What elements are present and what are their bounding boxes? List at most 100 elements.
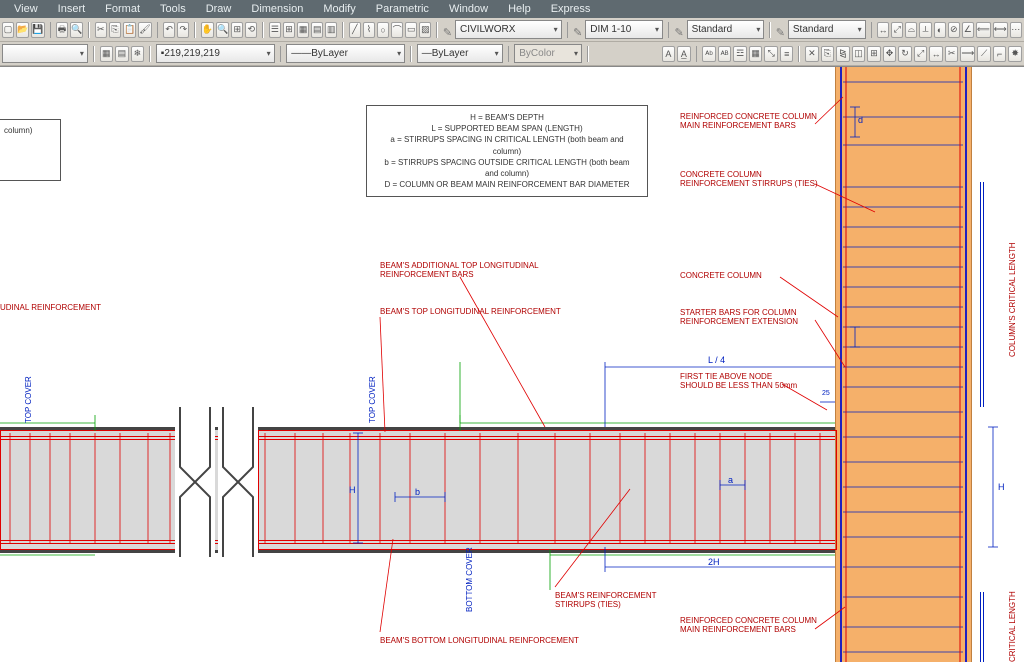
- tbl-icon[interactable]: ▦: [749, 46, 763, 62]
- zoomprev-icon[interactable]: ⟲: [245, 22, 257, 38]
- layerfreeze-icon[interactable]: ❄: [131, 46, 145, 62]
- sheet-icon[interactable]: ▤: [311, 22, 323, 38]
- label-starter: STARTER BARS FOR COLUMNREINFORCEMENT EXT…: [680, 309, 798, 327]
- label-top-cover-1: TOP COVER: [24, 376, 33, 423]
- menu-modify[interactable]: Modify: [313, 3, 365, 15]
- menu-help[interactable]: Help: [498, 3, 541, 15]
- pline-icon[interactable]: ⌇: [363, 22, 375, 38]
- label-rc-col-top: REINFORCED CONCRETE COLUMNMAIN REINFORCE…: [680, 113, 817, 131]
- drawing-canvas[interactable]: column) H = BEAM'S DEPTH L = SUPPORTED B…: [0, 67, 1024, 662]
- tablestyle-combo[interactable]: Standard: [788, 20, 866, 39]
- scale2-icon[interactable]: ⤢: [914, 46, 928, 62]
- dimstyle-combo[interactable]: DIM 1-10: [585, 20, 663, 39]
- open-icon[interactable]: 📂: [16, 22, 29, 38]
- properties-icon[interactable]: ☰: [269, 22, 281, 38]
- new-icon[interactable]: ▢: [2, 22, 14, 38]
- menu-tools[interactable]: Tools: [150, 3, 196, 15]
- pencil-icon: [443, 23, 453, 37]
- toolbar-row-2: ▦ ▤ ❄ ▪ 219,219,219 —— ByLayer — ByLayer…: [0, 42, 1024, 66]
- dim-col-critical-top: [980, 182, 984, 407]
- dim-quick-icon[interactable]: ⟸: [976, 22, 991, 38]
- dim-H: H: [349, 485, 356, 495]
- dim-a: a: [728, 475, 733, 485]
- scale-icon[interactable]: ⤡: [764, 46, 778, 62]
- stretch-icon[interactable]: ↔: [929, 46, 943, 62]
- dim-aligned-icon[interactable]: ⤢: [891, 22, 903, 38]
- dim-rad-icon[interactable]: ◐: [934, 22, 946, 38]
- toolbars: ▢ 📂 💾 🖶 🔍 ✂ ⎘ 📋 🖌 ↶ ↷ ✋ 🔍 ⊞ ⟲ ☰ ⊞ ▦ ▤ ▥ …: [0, 18, 1024, 67]
- toolpal-icon[interactable]: ▦: [297, 22, 309, 38]
- undo-icon[interactable]: ↶: [163, 22, 175, 38]
- offset-icon[interactable]: ◫: [852, 46, 866, 62]
- linetype-combo[interactable]: —— ByLayer: [286, 44, 405, 63]
- mtext-icon[interactable]: A: [662, 46, 676, 62]
- plotstyle-combo[interactable]: ByColor: [514, 44, 582, 63]
- zoom-icon[interactable]: 🔍: [216, 22, 229, 38]
- copy2-icon[interactable]: ⎘: [821, 46, 835, 62]
- copy-icon[interactable]: ⎘: [109, 22, 121, 38]
- save-icon[interactable]: 💾: [31, 22, 44, 38]
- hatch-icon[interactable]: ▨: [419, 22, 431, 38]
- dim-d: d: [858, 115, 863, 125]
- arc-icon[interactable]: ⌒: [391, 22, 403, 38]
- textstyle-combo[interactable]: Standard: [687, 20, 765, 39]
- menu-view[interactable]: View: [4, 3, 48, 15]
- break-icon[interactable]: ⟋: [977, 46, 991, 62]
- line-icon[interactable]: ╱: [349, 22, 361, 38]
- menu-express[interactable]: Express: [541, 3, 601, 15]
- trim-icon[interactable]: ✂: [945, 46, 959, 62]
- extend-icon[interactable]: ⟶: [960, 46, 975, 62]
- field-icon[interactable]: ☲: [733, 46, 747, 62]
- match-icon[interactable]: 🖌: [138, 22, 151, 38]
- erase-icon[interactable]: ✕: [805, 46, 819, 62]
- cut-icon[interactable]: ✂: [95, 22, 107, 38]
- dim-col-critical-bot: [980, 592, 984, 662]
- zoomwin-icon[interactable]: ⊞: [231, 22, 243, 38]
- dim-cont-icon[interactable]: ⋯: [1010, 22, 1022, 38]
- designctr-icon[interactable]: ⊞: [283, 22, 295, 38]
- paste-icon[interactable]: 📋: [123, 22, 136, 38]
- color-combo[interactable]: ▪ 219,219,219: [156, 44, 275, 63]
- explode-icon[interactable]: ✸: [1008, 46, 1022, 62]
- dim-linear-icon[interactable]: ↔: [877, 22, 889, 38]
- layer-combo[interactable]: CIVILWORX: [455, 20, 562, 39]
- menubar: View Insert Format Tools Draw Dimension …: [0, 0, 1024, 18]
- menu-draw[interactable]: Draw: [196, 3, 242, 15]
- menu-window[interactable]: Window: [439, 3, 498, 15]
- label-udinal: UDINAL REINFORCEMENT: [0, 304, 101, 313]
- menu-insert[interactable]: Insert: [48, 3, 96, 15]
- beam-segment-a: [0, 430, 177, 550]
- dim-ord-icon[interactable]: ⟂: [919, 22, 931, 38]
- rotate-icon[interactable]: ↻: [898, 46, 912, 62]
- lineweight-combo[interactable]: — ByLayer: [417, 44, 503, 63]
- mirror-icon[interactable]: ⧎: [836, 46, 850, 62]
- dtext-icon[interactable]: A̲: [677, 46, 691, 62]
- menu-format[interactable]: Format: [95, 3, 150, 15]
- menu-dimension[interactable]: Dimension: [241, 3, 313, 15]
- dim-arc-icon[interactable]: ⌓: [905, 22, 917, 38]
- dim-dia-icon[interactable]: ⊘: [948, 22, 960, 38]
- break-mark-2: [218, 407, 258, 557]
- fillet-icon[interactable]: ⌐: [993, 46, 1007, 62]
- move-icon[interactable]: ✥: [883, 46, 897, 62]
- dim-ang-icon[interactable]: ∠: [962, 22, 974, 38]
- pan-icon[interactable]: ✋: [201, 22, 214, 38]
- dim-base-icon[interactable]: ⟷: [993, 22, 1008, 38]
- find-icon[interactable]: ᴬᵇ: [702, 46, 716, 62]
- some-combo[interactable]: [2, 44, 88, 63]
- spell-icon[interactable]: ᴬᴮ: [718, 46, 732, 62]
- layeriso-icon[interactable]: ▦: [100, 46, 114, 62]
- calc-icon[interactable]: ▥: [325, 22, 337, 38]
- menu-parametric[interactable]: Parametric: [366, 3, 439, 15]
- redo-icon[interactable]: ↷: [177, 22, 189, 38]
- pencil-icon-2: [573, 23, 583, 37]
- circle-icon[interactable]: ○: [377, 22, 389, 38]
- layeroff-icon[interactable]: ▤: [115, 46, 129, 62]
- array-icon[interactable]: ⊞: [867, 46, 881, 62]
- preview-icon[interactable]: 🔍: [70, 22, 83, 38]
- just-icon[interactable]: ≡: [780, 46, 794, 62]
- label-rc-col-bot: REINFORCED CONCRETE COLUMNMAIN REINFORCE…: [680, 617, 817, 635]
- plot-icon[interactable]: 🖶: [56, 22, 68, 38]
- label-bottom-cover: BOTTOM COVER: [465, 547, 474, 612]
- rect-icon[interactable]: ▭: [405, 22, 417, 38]
